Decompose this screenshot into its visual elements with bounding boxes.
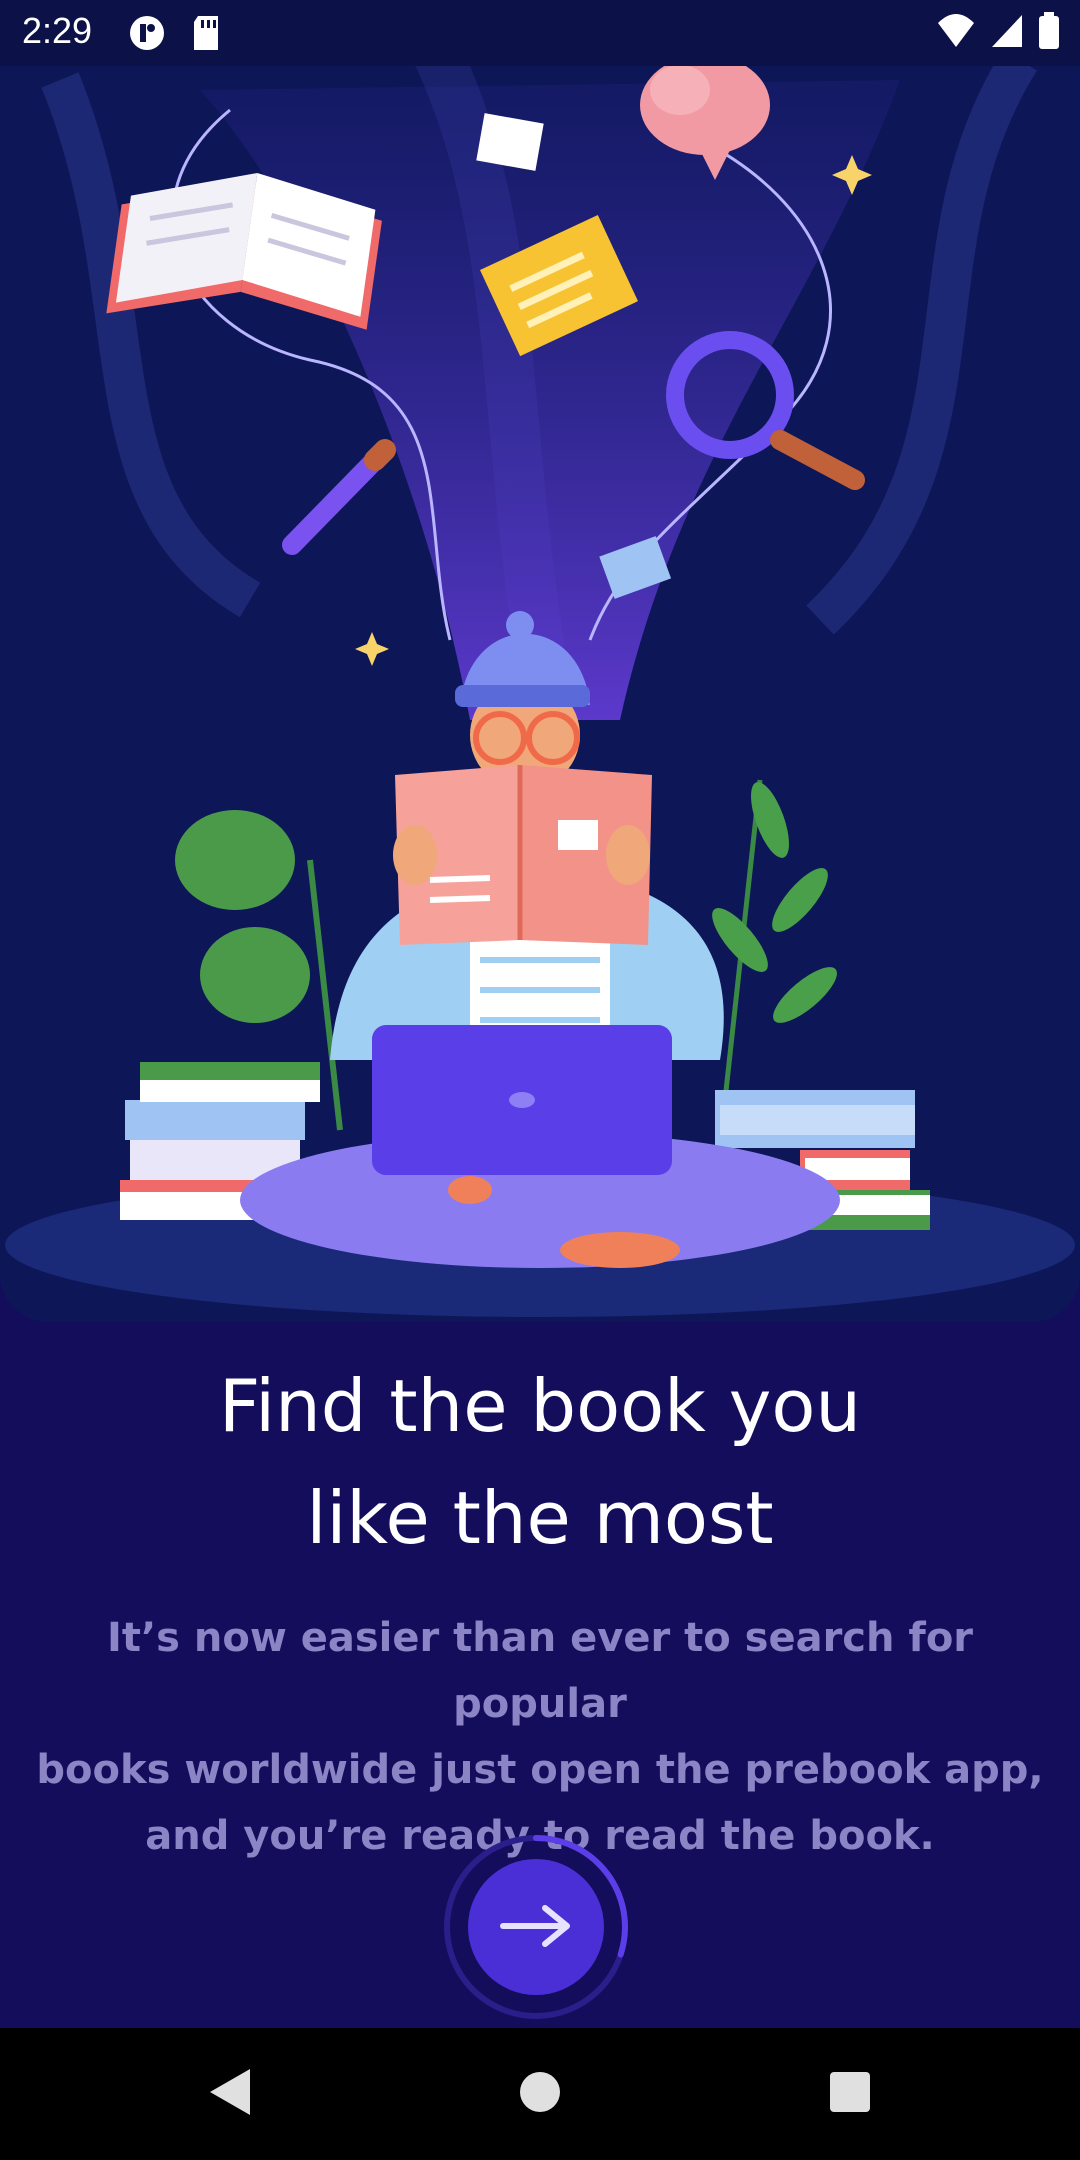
recents-icon [828,2070,872,2118]
title-line-2: like the most [306,1476,774,1560]
home-icon [518,2070,562,2118]
next-button[interactable] [468,1859,604,1995]
description-line-2: books worldwide just open the prebook ap… [36,1747,1044,1793]
system-nav-bar [0,2028,1080,2160]
person-reading-book-illustration [5,7,1075,1317]
title-line-1: Find the book you [218,1364,862,1448]
hero-illustration [0,0,1080,1322]
signal-icon [990,13,1024,53]
sd-card-icon [192,14,222,56]
recents-button[interactable] [820,2064,880,2124]
back-button[interactable] [200,2064,260,2124]
wifi-icon [936,13,976,53]
status-time: 2:29 [22,10,93,51]
back-icon [208,2067,252,2121]
battery-icon [1038,12,1060,54]
status-bar: 2:29 [0,0,1080,66]
arrow-right-icon [499,1904,573,1951]
app-notification-icon [128,14,166,56]
onboarding-title: Find the book you like the most [0,1350,1080,1574]
description-line-1: It’s now easier than ever to search for … [106,1615,974,1727]
home-button[interactable] [510,2064,570,2124]
onboarding-description: It’s now easier than ever to search for … [30,1605,1050,1869]
